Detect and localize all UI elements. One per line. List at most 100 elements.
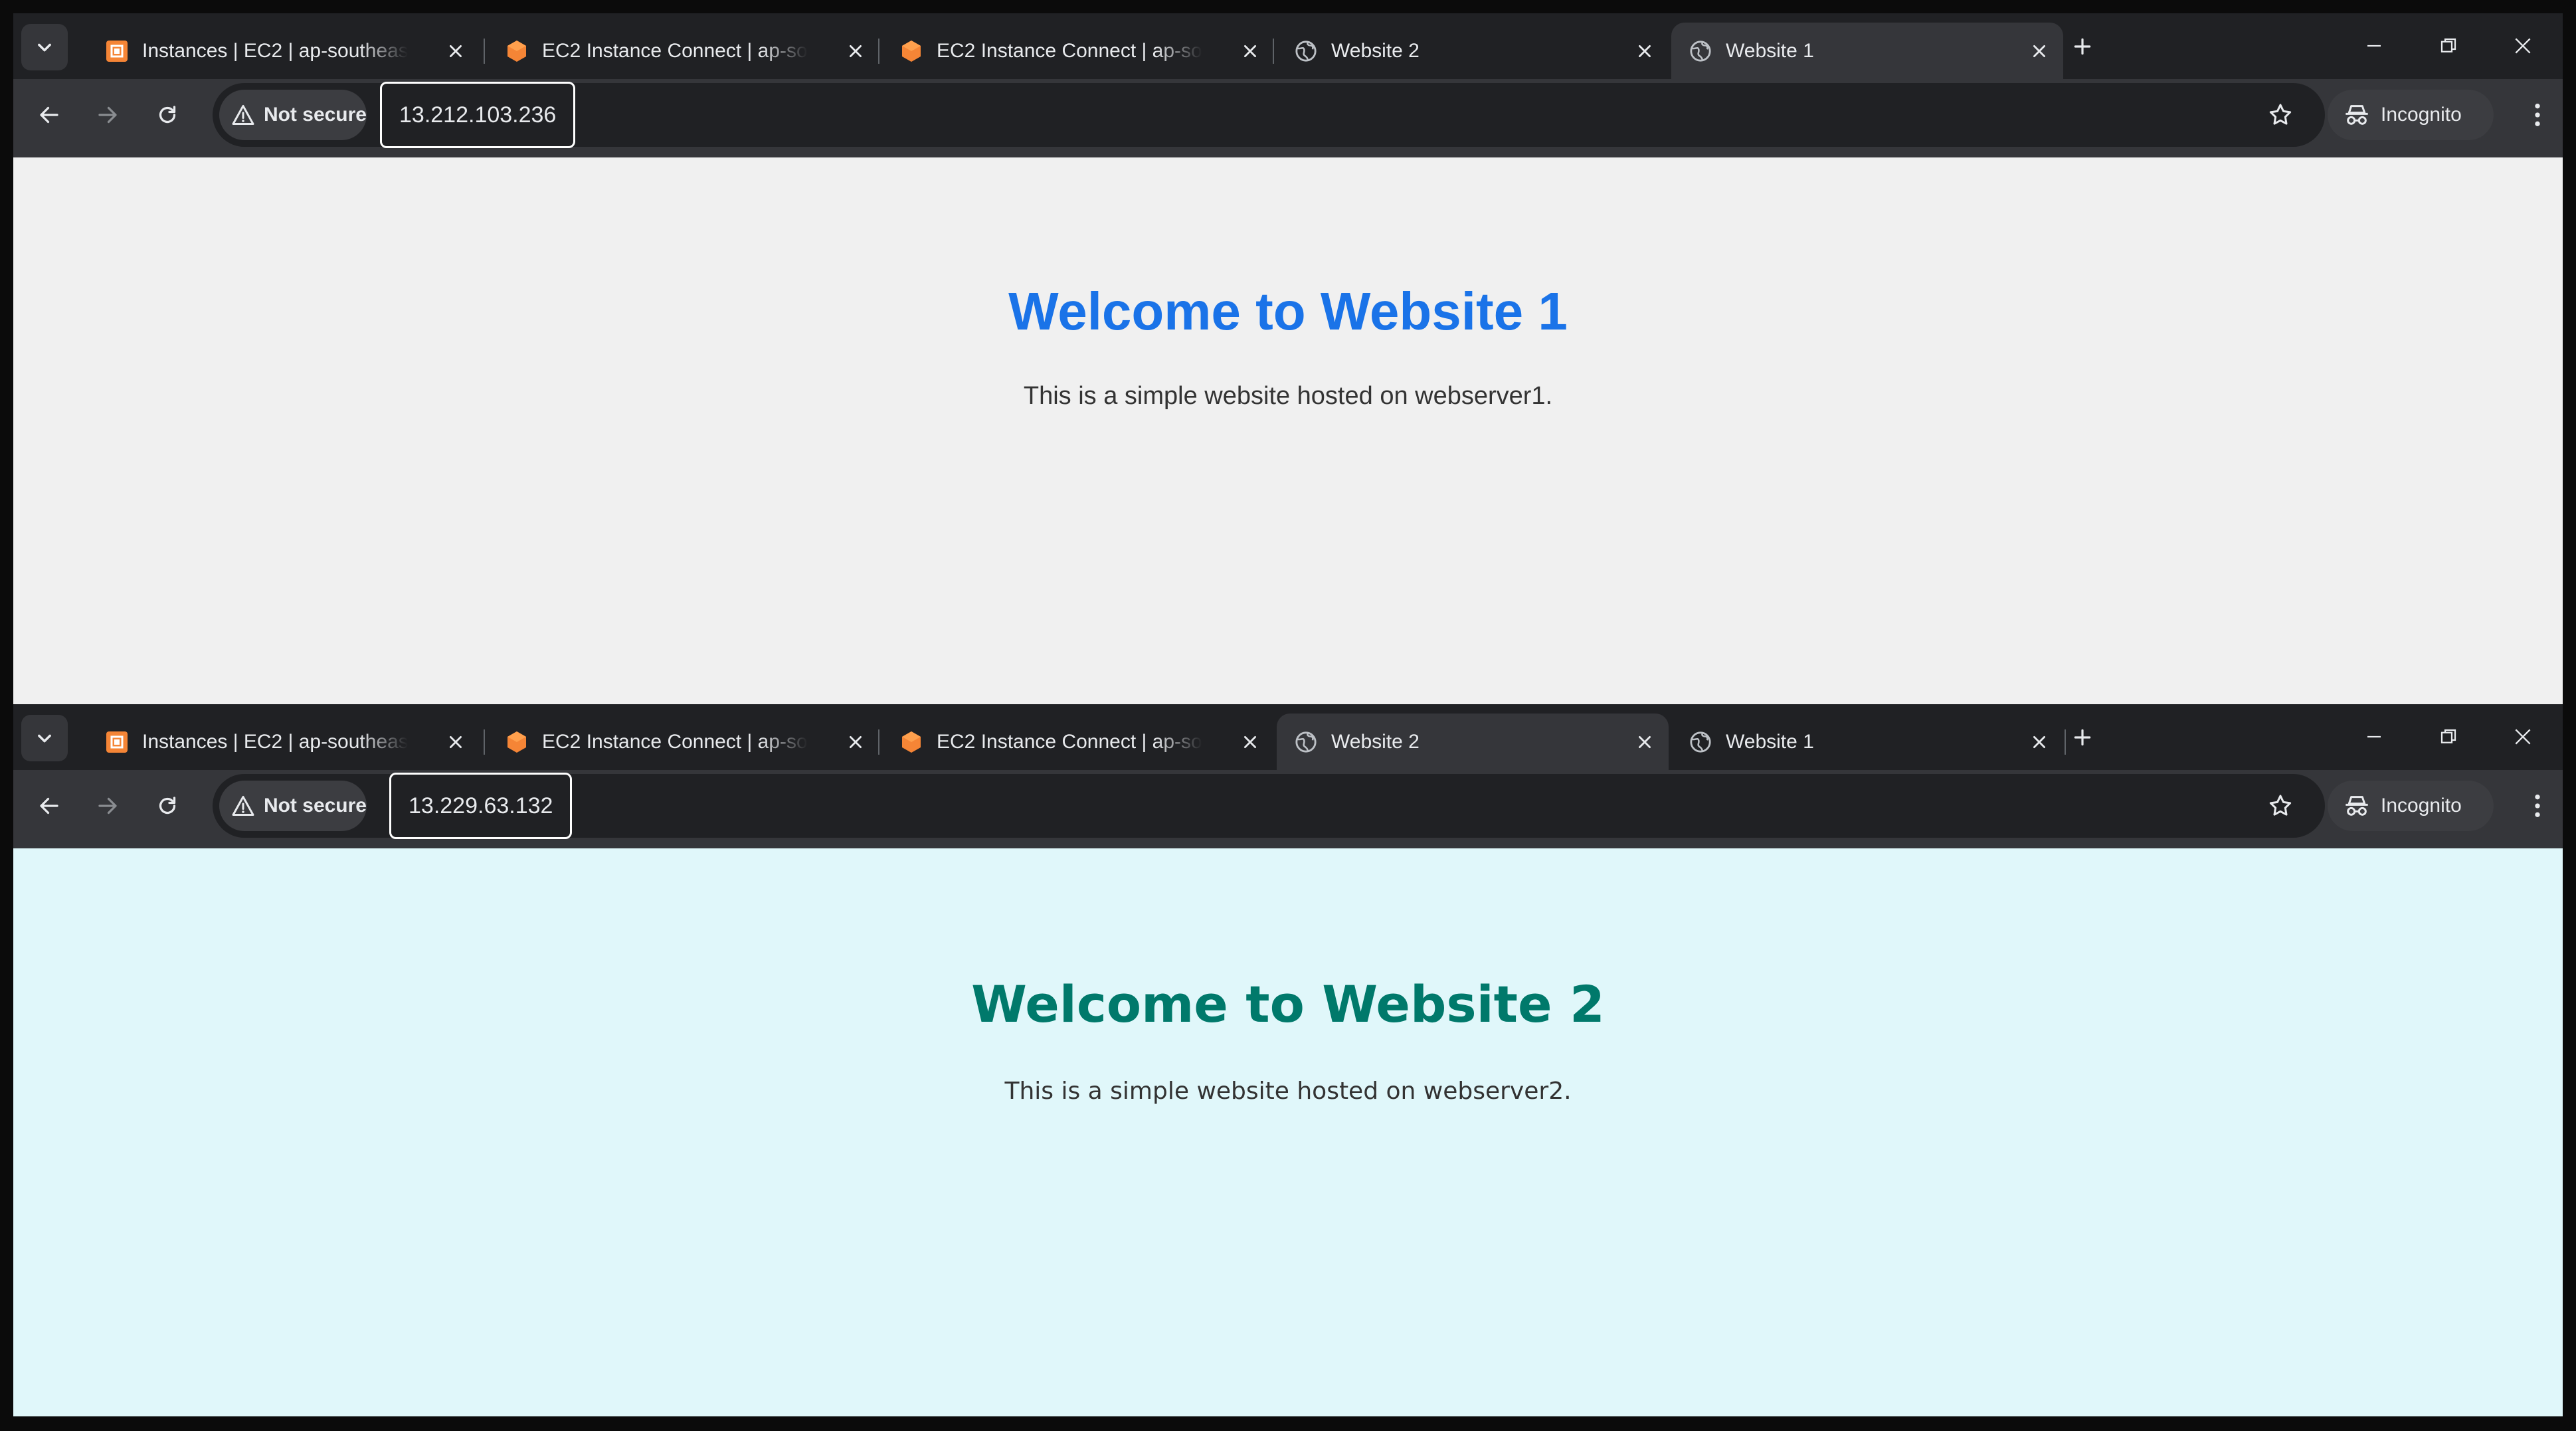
globe-icon — [1295, 731, 1317, 753]
aws-hexagon-icon — [900, 731, 923, 753]
tab-instances-ec2[interactable]: Instances | EC2 | ap-southeast-1 — [88, 23, 480, 79]
page-viewport: Welcome to Website 2 This is a simple we… — [13, 848, 2563, 1416]
globe-icon — [1295, 40, 1317, 62]
close-icon[interactable] — [2027, 730, 2051, 754]
aws-ec2-icon — [106, 731, 128, 753]
incognito-label: Incognito — [2381, 104, 2462, 126]
chevron-down-icon — [38, 43, 51, 52]
minimize-button[interactable] — [2354, 27, 2394, 65]
tab-website-1[interactable]: Website 1 — [1671, 714, 2063, 770]
new-tab-button[interactable] — [2066, 30, 2099, 63]
globe-icon — [1689, 40, 1712, 62]
new-tab-button[interactable] — [2066, 721, 2099, 754]
tab-ec2-instance-connect-1[interactable]: EC2 Instance Connect | ap-south — [488, 714, 879, 770]
aws-hexagon-icon — [506, 731, 528, 753]
tab-title: Website 1 — [1726, 731, 1814, 753]
arrow-right-icon — [98, 797, 117, 814]
tab-strip: Instances | EC2 | ap-southeast-1 EC2 Ins… — [13, 13, 2563, 79]
reload-icon — [159, 106, 176, 124]
page-text: This is a simple website hosted on webse… — [1023, 382, 1553, 410]
tab-website-2[interactable]: Website 2 — [1277, 23, 1669, 79]
tab-ec2-instance-connect-2[interactable]: EC2 Instance Connect | ap-south — [882, 714, 1274, 770]
forward-button[interactable] — [89, 787, 126, 824]
close-icon[interactable] — [1238, 39, 1262, 63]
warning-icon — [231, 102, 256, 128]
restore-button[interactable] — [2429, 27, 2468, 65]
close-icon[interactable] — [444, 730, 468, 754]
chevron-down-icon — [38, 734, 51, 743]
aws-ec2-icon — [106, 40, 128, 62]
menu-button[interactable] — [2523, 96, 2552, 134]
aws-hexagon-icon — [506, 40, 528, 62]
forward-button[interactable] — [89, 96, 126, 134]
bookmark-button[interactable] — [2262, 787, 2299, 824]
restore-icon — [2440, 38, 2456, 52]
close-icon[interactable] — [2027, 39, 2051, 63]
reload-button[interactable] — [149, 96, 186, 134]
arrow-left-icon — [40, 106, 58, 124]
tab-website-1[interactable]: Website 1 — [1671, 23, 2063, 79]
restore-icon — [2440, 729, 2456, 743]
address-bar[interactable]: Not secure 13.229.63.132 — [213, 773, 2325, 839]
aws-hexagon-icon — [900, 40, 923, 62]
warning-icon — [231, 793, 256, 818]
tab-separator — [878, 729, 879, 755]
star-icon — [2269, 795, 2292, 816]
tab-title: EC2 Instance Connect | ap-south — [542, 40, 808, 62]
security-indicator[interactable]: Not secure — [219, 781, 367, 831]
tab-ec2-instance-connect-2[interactable]: EC2 Instance Connect | ap-south — [882, 23, 1274, 79]
tab-title: EC2 Instance Connect | ap-south — [937, 40, 1202, 62]
close-window-button[interactable] — [2503, 717, 2543, 756]
tab-title: Instances | EC2 | ap-southeast-1 — [142, 731, 408, 753]
browser-toolbar: Not secure 13.212.103.236 Incognito — [13, 79, 2563, 157]
tab-separator — [878, 39, 879, 64]
tab-instances-ec2[interactable]: Instances | EC2 | ap-southeast-1 — [88, 714, 480, 770]
url-text[interactable]: 13.229.63.132 — [389, 773, 573, 839]
tab-title: Instances | EC2 | ap-southeast-1 — [142, 40, 408, 62]
incognito-indicator[interactable]: Incognito — [2328, 781, 2494, 831]
tab-title: Website 2 — [1331, 731, 1420, 753]
tab-ec2-instance-connect-1[interactable]: EC2 Instance Connect | ap-south — [488, 23, 879, 79]
security-indicator[interactable]: Not secure — [219, 90, 367, 140]
plus-icon — [2074, 38, 2091, 55]
more-vertical-icon — [2535, 104, 2540, 126]
incognito-indicator[interactable]: Incognito — [2328, 90, 2494, 140]
globe-icon — [1689, 731, 1712, 753]
restore-button[interactable] — [2429, 717, 2468, 756]
close-window-button[interactable] — [2503, 27, 2543, 65]
close-icon[interactable] — [1633, 39, 1657, 63]
star-icon — [2269, 104, 2292, 125]
close-icon — [2515, 38, 2531, 54]
url-text[interactable]: 13.212.103.236 — [380, 82, 576, 148]
back-button[interactable] — [31, 96, 68, 134]
tab-title: EC2 Instance Connect | ap-south — [937, 731, 1202, 753]
close-icon[interactable] — [844, 730, 868, 754]
page-viewport: Welcome to Website 1 This is a simple we… — [13, 157, 2563, 704]
tab-website-2[interactable]: Website 2 — [1277, 714, 1669, 770]
tab-search-button[interactable] — [21, 715, 68, 761]
minimize-button[interactable] — [2354, 717, 2394, 756]
bookmark-button[interactable] — [2262, 96, 2299, 134]
minimize-icon — [2367, 735, 2381, 738]
page-text: This is a simple website hosted on webse… — [1004, 1078, 1572, 1105]
close-icon[interactable] — [444, 39, 468, 63]
browser-window-2: Instances | EC2 | ap-southeast-1 EC2 Ins… — [13, 704, 2563, 1416]
tab-title: EC2 Instance Connect | ap-south — [542, 731, 808, 753]
address-bar[interactable]: Not secure 13.212.103.236 — [213, 82, 2325, 148]
menu-button[interactable] — [2523, 787, 2552, 824]
incognito-label: Incognito — [2381, 795, 2462, 816]
reload-button[interactable] — [149, 787, 186, 824]
arrow-left-icon — [40, 797, 58, 814]
minimize-icon — [2367, 45, 2381, 47]
browser-toolbar: Not secure 13.229.63.132 Incognito — [13, 770, 2563, 848]
tab-separator — [484, 39, 485, 64]
close-icon[interactable] — [1238, 730, 1262, 754]
close-icon[interactable] — [844, 39, 868, 63]
more-vertical-icon — [2535, 795, 2540, 817]
tab-search-button[interactable] — [21, 24, 68, 70]
tab-title: Website 2 — [1331, 40, 1420, 62]
tab-strip: Instances | EC2 | ap-southeast-1 EC2 Ins… — [13, 704, 2563, 770]
back-button[interactable] — [31, 787, 68, 824]
tab-title: Website 1 — [1726, 40, 1814, 62]
close-icon[interactable] — [1633, 730, 1657, 754]
